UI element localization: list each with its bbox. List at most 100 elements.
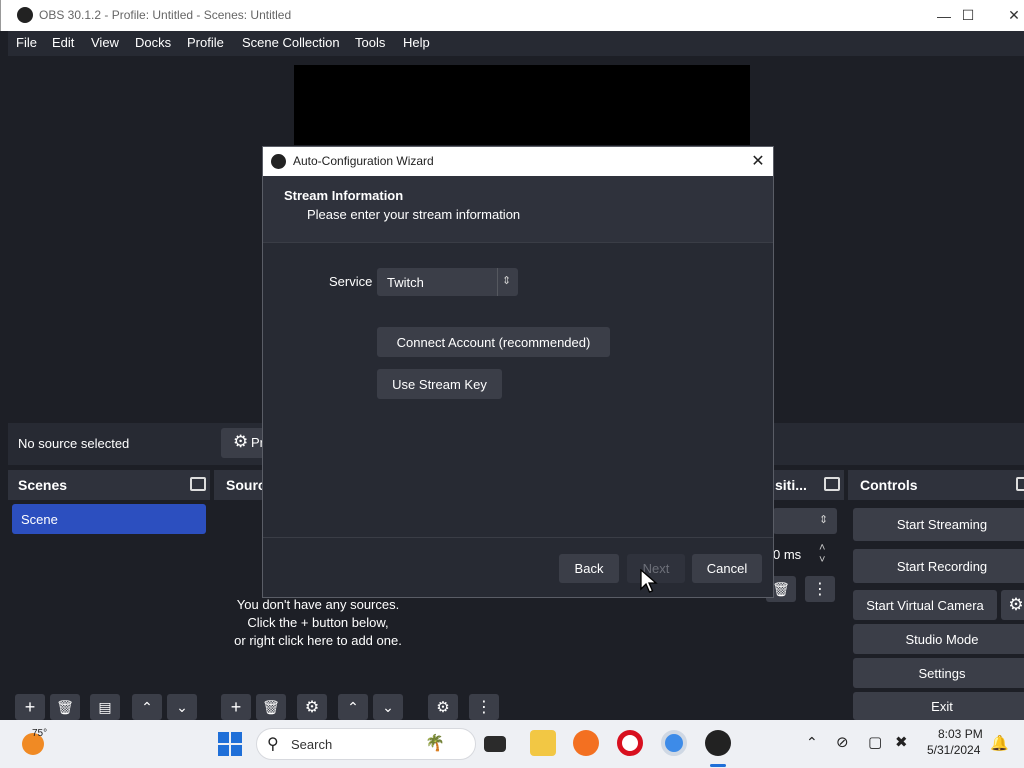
move-scene-up-button[interactable]: ⌃ xyxy=(132,694,162,720)
clock-date[interactable]: 5/31/2024 xyxy=(927,743,980,757)
scene-item[interactable]: Scene xyxy=(12,504,206,534)
undock-icon[interactable] xyxy=(1016,477,1024,491)
studio-mode-button[interactable]: Studio Mode xyxy=(853,624,1024,654)
menu-profile[interactable]: Profile xyxy=(187,35,224,50)
chrome-icon[interactable] xyxy=(661,730,687,756)
select-divider xyxy=(497,268,498,296)
menu-scene-collection[interactable]: Scene Collection xyxy=(242,35,340,50)
obs-taskbar-icon[interactable] xyxy=(705,730,731,756)
scene-filters-button[interactable]: ▤ xyxy=(90,694,120,720)
properties-button[interactable]: ⚙ Pr xyxy=(221,428,265,458)
source-properties-button[interactable]: ⚙ xyxy=(297,694,327,720)
menu-view[interactable]: View xyxy=(91,35,119,50)
cancel-button[interactable]: Cancel xyxy=(692,554,762,583)
preview-canvas[interactable] xyxy=(294,65,750,145)
windows-taskbar: 75° ⚲ Search 🌴 ⌃ ⊘ ▢ ✖ 8:03 PM 5/31/2024… xyxy=(0,720,1024,768)
controls-dock-header: Controls xyxy=(848,470,1024,500)
file-explorer-icon[interactable] xyxy=(530,730,556,756)
service-label: Service xyxy=(329,274,373,289)
back-button[interactable]: Back xyxy=(559,554,619,583)
mouse-cursor-icon xyxy=(640,569,658,593)
transitions-dock-title: siti... xyxy=(775,477,807,493)
obs-logo-icon xyxy=(271,154,286,169)
network-off-icon[interactable]: ⊘ xyxy=(836,733,849,751)
add-scene-button[interactable]: + xyxy=(15,694,45,720)
scenes-dock: Scenes Scene xyxy=(8,470,210,720)
start-virtual-camera-button[interactable]: Start Virtual Camera xyxy=(853,590,997,620)
clock-time[interactable]: 8:03 PM xyxy=(938,727,983,741)
maximize-icon[interactable]: ☐ xyxy=(945,0,991,31)
search-highlight-icon: 🌴 xyxy=(425,735,445,752)
service-value: Twitch xyxy=(387,275,424,290)
move-source-up-button[interactable]: ⌃ xyxy=(338,694,368,720)
scene-item-label: Scene xyxy=(21,512,58,527)
gear-icon: ⚙ xyxy=(233,432,249,451)
scenes-list: Scene xyxy=(8,500,210,720)
remove-source-button[interactable]: 🗑 xyxy=(256,694,286,720)
duration-value: 0 ms xyxy=(773,547,802,562)
display-icon[interactable]: ▢ xyxy=(868,733,882,751)
firefox-icon[interactable] xyxy=(573,730,599,756)
chevron-up-down-icon: ⇕ xyxy=(819,514,829,526)
wizard-titlebar: Auto-Configuration Wizard ✕ xyxy=(263,147,773,176)
menu-help[interactable]: Help xyxy=(403,35,430,50)
scenes-dock-header: Scenes xyxy=(8,470,210,500)
empty-sources-line: You don't have any sources. xyxy=(236,597,400,612)
move-scene-down-button[interactable]: ⌄ xyxy=(167,694,197,720)
duration-field[interactable]: 0 ms ˄ ˅ xyxy=(773,542,837,568)
menu-tools[interactable]: Tools xyxy=(355,35,385,50)
transition-menu-icon[interactable]: ⋮ xyxy=(805,576,835,602)
menu-docks[interactable]: Docks xyxy=(135,35,171,50)
opera-icon[interactable] xyxy=(617,730,643,756)
chevron-up-icon[interactable]: ˄ xyxy=(819,542,825,554)
no-source-label: No source selected xyxy=(18,436,130,451)
controls-dock-title: Controls xyxy=(860,477,918,493)
empty-sources-message: You don't have any sources. Click the + … xyxy=(214,596,422,650)
wizard-title: Auto-Configuration Wizard xyxy=(293,154,434,168)
search-icon: ⚲ xyxy=(267,736,279,753)
remove-scene-button[interactable]: 🗑 xyxy=(50,694,80,720)
scenes-dock-title: Scenes xyxy=(18,477,68,493)
menu-edit[interactable]: Edit xyxy=(52,35,74,50)
connect-account-button[interactable]: Connect Account (recommended) xyxy=(377,327,610,357)
wizard-page-subtitle: Please enter your stream information xyxy=(307,207,521,222)
close-icon[interactable]: ✕ xyxy=(749,152,767,170)
active-app-indicator xyxy=(710,764,726,767)
weather-temp: 75° xyxy=(32,728,48,739)
window-title: OBS 30.1.2 - Profile: Untitled - Scenes:… xyxy=(39,8,292,22)
window-titlebar: OBS 30.1.2 - Profile: Untitled - Scenes:… xyxy=(0,0,1024,31)
chevron-up-down-icon: ⇕ xyxy=(502,275,512,287)
volume-muted-icon[interactable]: ✖ xyxy=(895,733,908,751)
transition-select[interactable]: ⇕ xyxy=(773,508,837,534)
exit-button[interactable]: Exit xyxy=(853,692,1024,720)
menu-file[interactable]: File xyxy=(16,35,37,50)
sources-dock-title: Sourc xyxy=(226,477,266,493)
obs-logo-icon xyxy=(17,7,33,23)
chevron-down-icon[interactable]: ˅ xyxy=(819,554,825,566)
settings-button[interactable]: Settings xyxy=(853,658,1024,688)
chevron-up-icon[interactable]: ⌃ xyxy=(806,734,818,751)
task-view-icon[interactable] xyxy=(484,736,506,752)
add-source-button[interactable]: + xyxy=(221,694,251,720)
close-icon[interactable]: ✕ xyxy=(991,0,1024,31)
empty-sources-line: or right click here to add one. xyxy=(234,633,402,648)
use-stream-key-button[interactable]: Use Stream Key xyxy=(377,369,502,399)
undock-icon[interactable] xyxy=(824,477,840,491)
service-select[interactable]: Twitch ⇕ xyxy=(377,268,518,296)
taskbar-search[interactable]: ⚲ Search 🌴 xyxy=(256,728,476,760)
empty-sources-line: Click the + button below, xyxy=(247,615,389,630)
footer-divider xyxy=(263,537,773,538)
wizard-header: Stream Information Please enter your str… xyxy=(263,176,773,243)
mixer-settings-button[interactable]: ⚙ xyxy=(428,694,458,720)
start-recording-button[interactable]: Start Recording xyxy=(853,549,1024,583)
windows-start-icon[interactable] xyxy=(218,732,242,756)
search-placeholder: Search xyxy=(291,737,333,752)
mixer-menu-icon[interactable]: ⋮ xyxy=(469,694,499,720)
undock-icon[interactable] xyxy=(190,477,206,491)
virtual-camera-settings-icon[interactable]: ⚙ xyxy=(1001,590,1024,620)
move-source-down-button[interactable]: ⌄ xyxy=(373,694,403,720)
notification-bell-icon[interactable]: 🔔 xyxy=(990,734,1009,752)
auto-config-wizard-dialog: Auto-Configuration Wizard ✕ Stream Infor… xyxy=(262,146,774,598)
wizard-page-title: Stream Information xyxy=(284,188,404,203)
start-streaming-button[interactable]: Start Streaming xyxy=(853,508,1024,541)
